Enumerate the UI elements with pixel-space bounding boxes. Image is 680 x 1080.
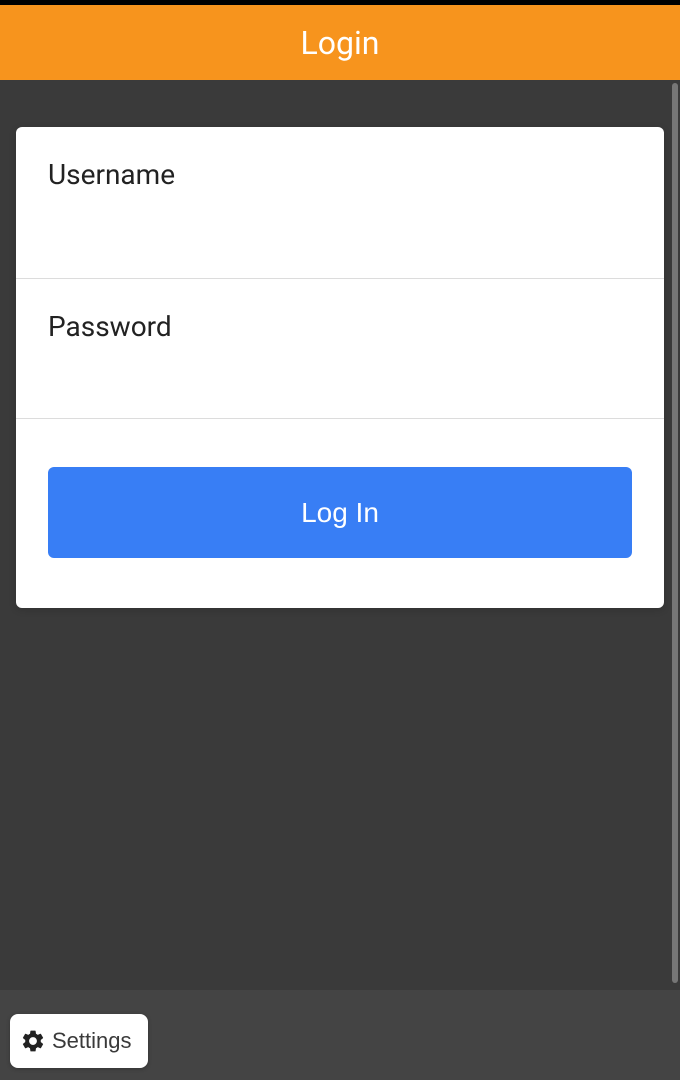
password-field-block: Password (16, 279, 664, 419)
login-card: Username Password Log In (16, 127, 664, 608)
gear-icon (20, 1028, 46, 1054)
password-label: Password (48, 309, 632, 345)
username-label: Username (48, 157, 632, 193)
scrollbar[interactable] (672, 83, 678, 983)
settings-button-label: Settings (52, 1028, 132, 1054)
username-field-block: Username (16, 127, 664, 279)
username-input[interactable] (48, 207, 632, 257)
settings-button[interactable]: Settings (10, 1014, 148, 1068)
content-area: Username Password Log In (0, 80, 670, 985)
submit-block: Log In (16, 419, 664, 558)
password-input[interactable] (48, 359, 632, 408)
login-button-label: Log In (301, 497, 379, 529)
login-button[interactable]: Log In (48, 467, 632, 558)
header-bar: Login (0, 5, 680, 80)
page-title: Login (301, 24, 380, 62)
